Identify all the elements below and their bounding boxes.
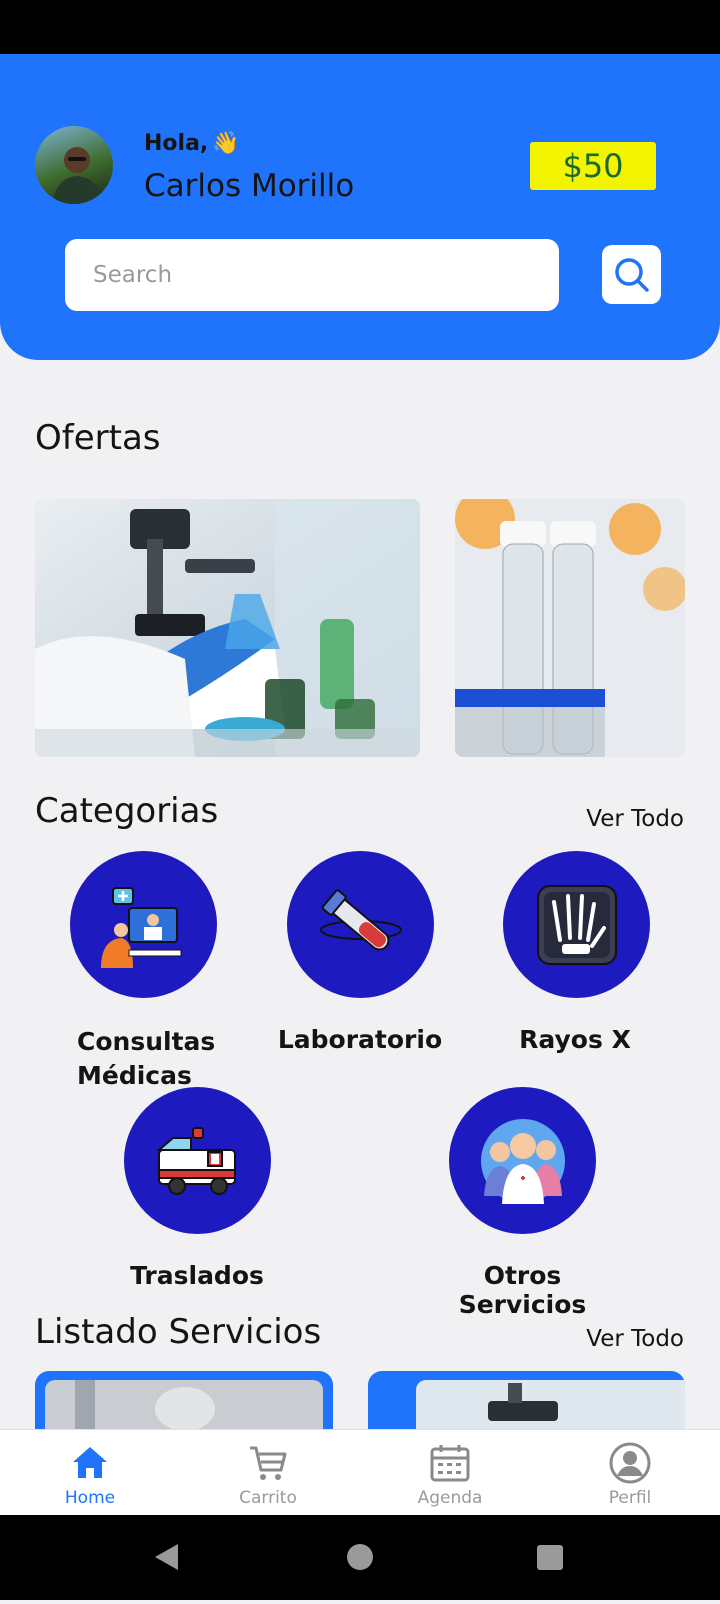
nav-home[interactable]: Home: [30, 1430, 150, 1516]
nav-perfil[interactable]: Perfil: [570, 1430, 690, 1516]
balance-badge[interactable]: $50: [530, 142, 656, 190]
doctor-consultation-icon: [100, 886, 181, 968]
category-label: Otros Servicios: [458, 1261, 587, 1319]
ambulance-icon: [155, 1126, 236, 1195]
wave-emoji-icon: 👋: [212, 131, 240, 156]
home-icon: [73, 1447, 107, 1478]
search-button[interactable]: [602, 245, 661, 304]
search-input[interactable]: [65, 239, 559, 311]
calendar-icon: [430, 1445, 470, 1482]
category-laboratorio[interactable]: [287, 851, 434, 998]
offer-card-lab[interactable]: [35, 499, 420, 757]
nav-agenda[interactable]: Agenda: [390, 1430, 510, 1516]
header: [0, 54, 720, 360]
nav-label: Perfil: [608, 1488, 652, 1508]
category-label: Rayos X: [519, 1025, 631, 1054]
cart-icon: [250, 1446, 287, 1480]
category-otros-servicios[interactable]: [449, 1087, 596, 1234]
home-circle-icon[interactable]: [347, 1544, 373, 1570]
greeting: Hola, 👋: [144, 131, 240, 156]
x-ray-hand-icon: [536, 884, 617, 965]
nav-label: Carrito: [239, 1488, 297, 1508]
service-card[interactable]: [35, 1371, 333, 1431]
system-navigation-bar: [0, 1515, 720, 1600]
offer-card-tubes[interactable]: [455, 499, 685, 757]
status-bar: [0, 0, 720, 54]
avatar[interactable]: [35, 126, 113, 204]
test-tube-icon: [319, 888, 402, 950]
categories-title: Categorias: [35, 791, 219, 831]
search-icon: [614, 257, 649, 292]
offers-title: Ofertas: [35, 418, 161, 458]
category-rayos-x[interactable]: [503, 851, 650, 998]
profile-icon: [609, 1442, 651, 1484]
services-title: Listado Servicios: [35, 1312, 322, 1352]
medical-staff-icon: [480, 1118, 565, 1204]
recents-icon[interactable]: [537, 1545, 563, 1570]
bottom-nav: Home Carrito Agenda Perfil: [0, 1429, 720, 1515]
category-label: Consultas Médicas: [77, 1027, 216, 1090]
user-name: Carlos Morillo: [144, 168, 355, 204]
category-label: Laboratorio: [277, 1025, 443, 1054]
category-traslados[interactable]: [124, 1087, 271, 1234]
services-see-all-link[interactable]: Ver Todo: [586, 1326, 684, 1352]
back-icon[interactable]: [155, 1544, 178, 1570]
categories-see-all-link[interactable]: Ver Todo: [586, 806, 684, 832]
service-card[interactable]: [368, 1371, 685, 1431]
nav-label: Home: [64, 1488, 116, 1508]
nav-carrito[interactable]: Carrito: [208, 1430, 328, 1516]
category-consultas-medicas[interactable]: [70, 851, 217, 998]
greeting-text: Hola,: [144, 131, 209, 156]
nav-label: Agenda: [417, 1488, 483, 1508]
category-label: Traslados: [130, 1261, 264, 1290]
